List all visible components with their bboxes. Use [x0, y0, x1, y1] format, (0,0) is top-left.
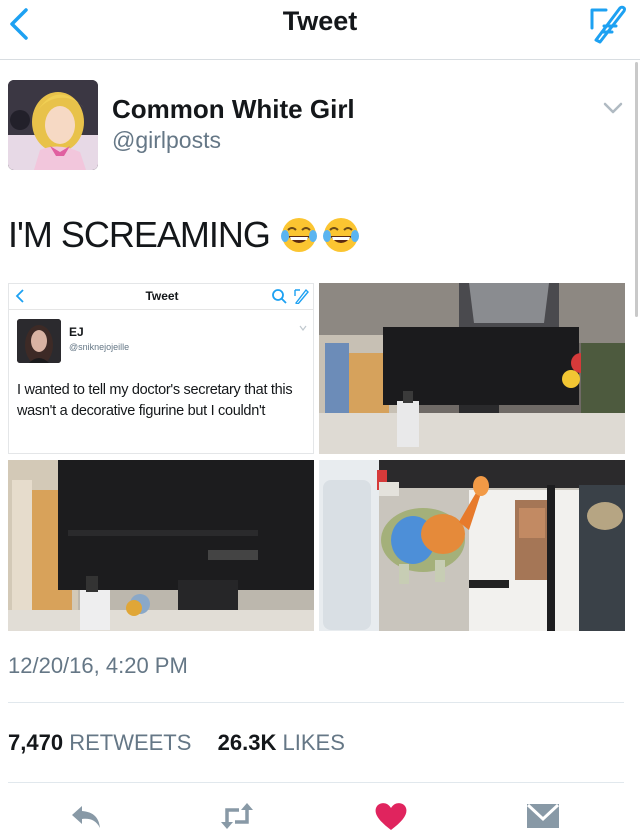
- embedded-avatar: [17, 319, 61, 363]
- compose-tweet-icon: [294, 288, 309, 304]
- laughing-emoji-icon: [322, 218, 359, 252]
- reply-icon[interactable]: [68, 800, 104, 832]
- retweet-icon[interactable]: [219, 800, 255, 832]
- retweet-count[interactable]: 7,470: [8, 730, 63, 755]
- chevron-down-icon[interactable]: [602, 100, 624, 116]
- embedded-author-name: EJ: [69, 325, 84, 339]
- retweets-label[interactable]: RETWEETS: [69, 730, 191, 755]
- compose-tweet-icon[interactable]: [586, 2, 630, 46]
- divider: [8, 782, 624, 783]
- embedded-tweet-text: I wanted to tell my doctor's secretary t…: [17, 382, 293, 419]
- likes-label[interactable]: LIKES: [283, 730, 345, 755]
- author-name[interactable]: Common White Girl: [112, 94, 355, 125]
- embedded-title: Tweet: [145, 289, 179, 303]
- laughing-emoji-icon: [280, 218, 317, 252]
- tweet-text-content: I'M SCREAMING: [8, 214, 271, 255]
- tweet-timestamp: 12/20/16, 4:20 PM: [8, 653, 188, 678]
- media-image-desk-monitor[interactable]: [319, 283, 625, 454]
- nav-bar: Tweet: [0, 0, 640, 60]
- scrollbar[interactable]: [635, 62, 638, 317]
- search-icon: [272, 289, 287, 304]
- author-handle[interactable]: @girlposts: [112, 127, 221, 154]
- chevron-down-icon: [299, 325, 307, 331]
- engagement-stats: 7,470 RETWEETS 26.3K LIKES: [8, 730, 345, 756]
- embedded-nav-bar: Tweet: [9, 284, 313, 310]
- tweet-text: I'M SCREAMING: [8, 214, 360, 256]
- avatar[interactable]: [8, 80, 98, 170]
- media-image-glass-figurine[interactable]: [319, 460, 625, 631]
- embedded-author-handle: @sniknejojeille: [69, 342, 130, 352]
- divider: [8, 702, 624, 703]
- media-image-embedded-tweet[interactable]: Tweet EJ @sniknejojeille I wanted to tel…: [8, 283, 314, 454]
- media-grid: Tweet EJ @sniknejojeille I wanted to tel…: [8, 283, 625, 631]
- page-title: Tweet: [282, 6, 358, 36]
- heart-icon[interactable]: [373, 800, 409, 832]
- direct-message-icon[interactable]: [525, 800, 561, 832]
- like-count[interactable]: 26.3K: [218, 730, 277, 755]
- media-image-monitor-back[interactable]: [8, 460, 314, 631]
